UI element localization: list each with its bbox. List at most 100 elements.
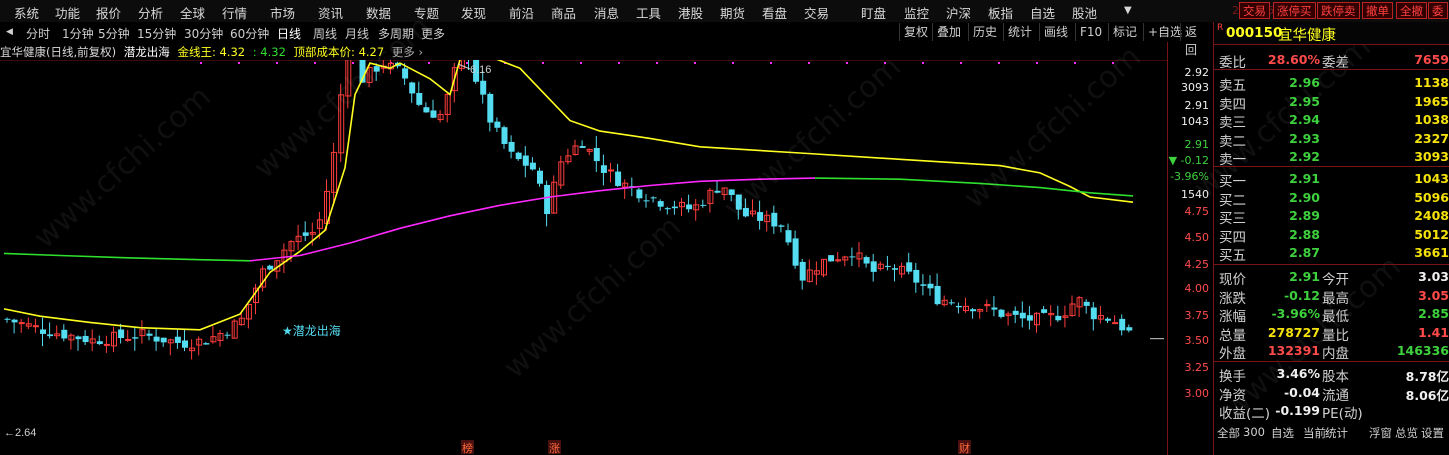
- menu-item[interactable]: 功能: [55, 3, 80, 22]
- menu-item[interactable]: 监控: [904, 3, 929, 22]
- period-tab[interactable]: 60分钟: [230, 25, 269, 42]
- period-tab[interactable]: 分时: [26, 25, 50, 42]
- menu-item[interactable]: 盯盘: [861, 3, 886, 22]
- axis-label: ▼ -0.12: [1168, 154, 1209, 167]
- candle-down: [792, 238, 799, 266]
- axis-label: 3.00: [1184, 387, 1210, 400]
- menu-item[interactable]: 工具: [636, 3, 661, 22]
- menu-item[interactable]: 板指: [988, 3, 1013, 22]
- candle-down: [537, 170, 543, 184]
- menu-item[interactable]: 报价: [96, 3, 121, 22]
- bottom-tab[interactable]: 自选: [1271, 425, 1294, 441]
- stat-value: 146336: [1396, 343, 1449, 359]
- quote-panel: R 000150 宜华健康 委比 28.60% 委差 7659 卖五 2.96 11…: [1213, 22, 1449, 455]
- menu-item[interactable]: 消息: [594, 3, 619, 22]
- period-tab[interactable]: 日线: [277, 25, 301, 42]
- ask-level[interactable]: 卖五 2.96 1138: [1214, 73, 1449, 94]
- menu-item[interactable]: 港股: [678, 3, 703, 22]
- candle-down: [934, 285, 941, 305]
- menu-item[interactable]: 沪深: [946, 3, 971, 22]
- indicator-title[interactable]: 宜华健康(日线,前复权): [0, 45, 116, 59]
- trade-action-button[interactable]: 全撤: [1396, 2, 1427, 19]
- menu-item[interactable]: 行情: [222, 3, 247, 22]
- bottom-tab[interactable]: 总览: [1395, 425, 1418, 441]
- bid-level[interactable]: 买一 2.91 1043: [1214, 169, 1449, 190]
- indicator-name[interactable]: 潜龙出海: [124, 45, 170, 59]
- tool-button[interactable]: 返回: [1180, 23, 1212, 57]
- candle-down: [906, 262, 913, 272]
- period-tab[interactable]: 15分钟: [137, 25, 176, 42]
- trade-action-button[interactable]: 跌停卖: [1317, 2, 1360, 19]
- bid-level[interactable]: 买三 2.89 2408: [1214, 206, 1449, 227]
- trade-action-button[interactable]: 涨停买: [1273, 2, 1316, 19]
- left-arrow-icon[interactable]: ◀: [6, 27, 13, 37]
- bottom-tab[interactable]: 当前: [1303, 425, 1326, 441]
- candle-down: [700, 204, 707, 206]
- candle-down: [4, 318, 11, 320]
- tool-button[interactable]: 历史: [968, 23, 1001, 41]
- bottom-tab[interactable]: 统计: [1325, 425, 1348, 441]
- candle-down: [522, 155, 529, 166]
- menu-item[interactable]: 系统: [14, 3, 39, 22]
- menu-item[interactable]: 全球: [180, 3, 205, 22]
- high-label: 6.16: [470, 64, 491, 76]
- menu-item[interactable]: 商品: [551, 3, 576, 22]
- candle-down: [118, 329, 125, 339]
- period-tab[interactable]: 月线: [345, 25, 369, 42]
- bid-level[interactable]: 买四 2.88 5012: [1214, 225, 1449, 246]
- signal-dot: [808, 62, 810, 64]
- bid-level[interactable]: 买二 2.90 5096: [1214, 188, 1449, 209]
- menu-item[interactable]: 看盘: [762, 3, 787, 22]
- bid-level[interactable]: 买五 2.87 3661: [1214, 243, 1449, 264]
- price-axis: 2.92 3093 2.91 1043 2.91 ▼ -0.12 -3.96% 1540 4.7…: [1167, 42, 1213, 455]
- candle-down: [1090, 307, 1097, 320]
- menu-item[interactable]: 自选: [1030, 3, 1055, 22]
- candle-down: [132, 337, 139, 339]
- candle-down: [1105, 318, 1111, 321]
- menu-item[interactable]: 期货: [720, 3, 745, 22]
- trade-action-button[interactable]: 撤单: [1362, 2, 1393, 19]
- candle-up: [125, 338, 132, 341]
- menu-item[interactable]: 资讯: [318, 3, 343, 22]
- period-tab[interactable]: 30分钟: [184, 25, 223, 42]
- ask-level[interactable]: 卖四 2.95 1965: [1214, 92, 1449, 113]
- bottom-tab[interactable]: 浮窗: [1369, 425, 1392, 441]
- ask-level[interactable]: 卖二 2.93 2327: [1214, 129, 1449, 150]
- candle-down: [1055, 315, 1062, 321]
- menu-item[interactable]: 分析: [138, 3, 163, 22]
- trade-action-button[interactable]: 交易: [1239, 2, 1270, 19]
- signal-dot: [238, 62, 240, 64]
- menu-item[interactable]: 数据: [366, 3, 391, 22]
- candle-down: [615, 171, 622, 186]
- stock-name[interactable]: 宜华健康: [1278, 24, 1336, 45]
- stat-row: 换手 3.46% 股本 8.78亿: [1214, 364, 1449, 385]
- period-tab[interactable]: 1分钟: [62, 25, 94, 42]
- period-tab[interactable]: 5分钟: [98, 25, 130, 42]
- level-volume: 1965: [1414, 93, 1449, 109]
- menu-item[interactable]: 交易: [804, 3, 829, 22]
- low-label: ←2.64: [4, 427, 36, 439]
- tool-button[interactable]: 统计: [1003, 23, 1036, 41]
- tool-button[interactable]: 叠加: [932, 23, 965, 41]
- bottom-tab[interactable]: 300: [1243, 425, 1265, 439]
- candle-down: [494, 121, 501, 128]
- bottom-tab[interactable]: 设置: [1421, 425, 1444, 441]
- ask-level[interactable]: 卖三 2.94 1038: [1214, 110, 1449, 131]
- level-price: 2.90: [1289, 189, 1320, 205]
- bottom-tab[interactable]: 全部: [1217, 425, 1240, 441]
- ask-level[interactable]: 卖一 2.92 3093: [1214, 147, 1449, 168]
- tool-button[interactable]: 画线: [1039, 23, 1072, 41]
- tool-button[interactable]: 复权: [899, 23, 932, 41]
- tool-button[interactable]: 标记: [1108, 23, 1141, 41]
- stock-code[interactable]: 000150: [1226, 25, 1282, 41]
- menu-item[interactable]: 股池: [1072, 3, 1097, 22]
- menu-item[interactable]: 前沿: [509, 3, 534, 22]
- period-tab[interactable]: 周线: [313, 25, 337, 42]
- menu-dropdown-icon[interactable]: ▼: [1124, 5, 1132, 16]
- candle-down: [778, 225, 785, 227]
- candle-down: [174, 336, 181, 343]
- menu-item[interactable]: 市场: [270, 3, 295, 22]
- tool-button[interactable]: F10: [1075, 23, 1106, 41]
- trade-action-button[interactable]: 委: [1428, 2, 1448, 19]
- menu-item[interactable]: 发现: [461, 3, 486, 22]
